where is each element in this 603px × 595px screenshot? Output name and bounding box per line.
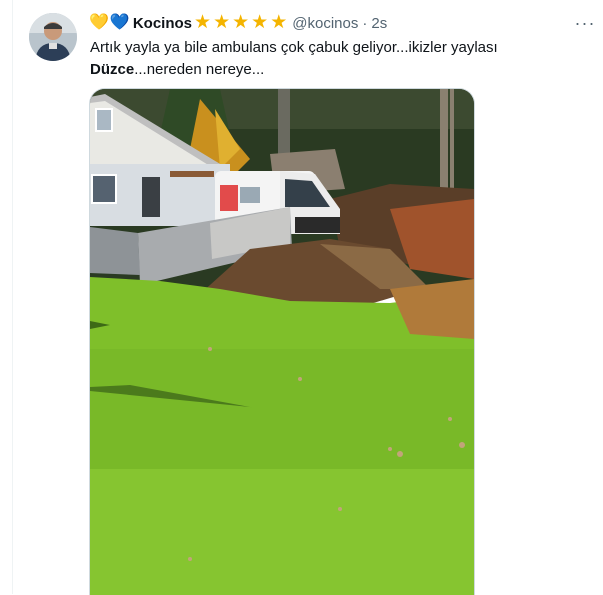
tweet-text-line-1: Artık yayla ya bile ambulans çok çabuk g… — [90, 39, 498, 56]
blue-heart-icon: 💙 — [109, 14, 130, 31]
display-name[interactable]: Kocinos — [133, 15, 192, 32]
yellow-heart-icon: 💛 — [89, 14, 109, 31]
badge-stars: ★ ★ ★ ★ ★ — [194, 12, 288, 33]
star-icon: ★ — [213, 12, 231, 33]
tweet-timestamp[interactable]: 2s — [371, 15, 387, 32]
timeline-divider — [12, 0, 13, 594]
star-icon: ★ — [251, 12, 269, 33]
tweet-text-line-2: Düzce...nereden nereye... — [90, 59, 590, 81]
star-icon: ★ — [270, 12, 288, 33]
more-options-button[interactable]: ··· — [572, 12, 598, 33]
tweet-text: Artık yayla ya bile ambulans çok çabuk g… — [90, 37, 590, 81]
avatar[interactable] — [29, 13, 77, 61]
tweet-photo[interactable] — [89, 88, 475, 595]
tweet-text-rest: ...nereden nereye... — [134, 61, 265, 78]
user-handle[interactable]: @kocinos — [292, 15, 358, 32]
tweet-text-bold: Düzce — [90, 61, 135, 78]
separator-dot: · — [362, 14, 368, 32]
more-dots-icon: ··· — [574, 12, 596, 33]
tweet-header: 💛 💙 Kocinos ★ ★ ★ ★ ★ @kocinos · 2s — [89, 13, 387, 33]
star-icon: ★ — [194, 12, 212, 33]
star-icon: ★ — [232, 12, 250, 33]
